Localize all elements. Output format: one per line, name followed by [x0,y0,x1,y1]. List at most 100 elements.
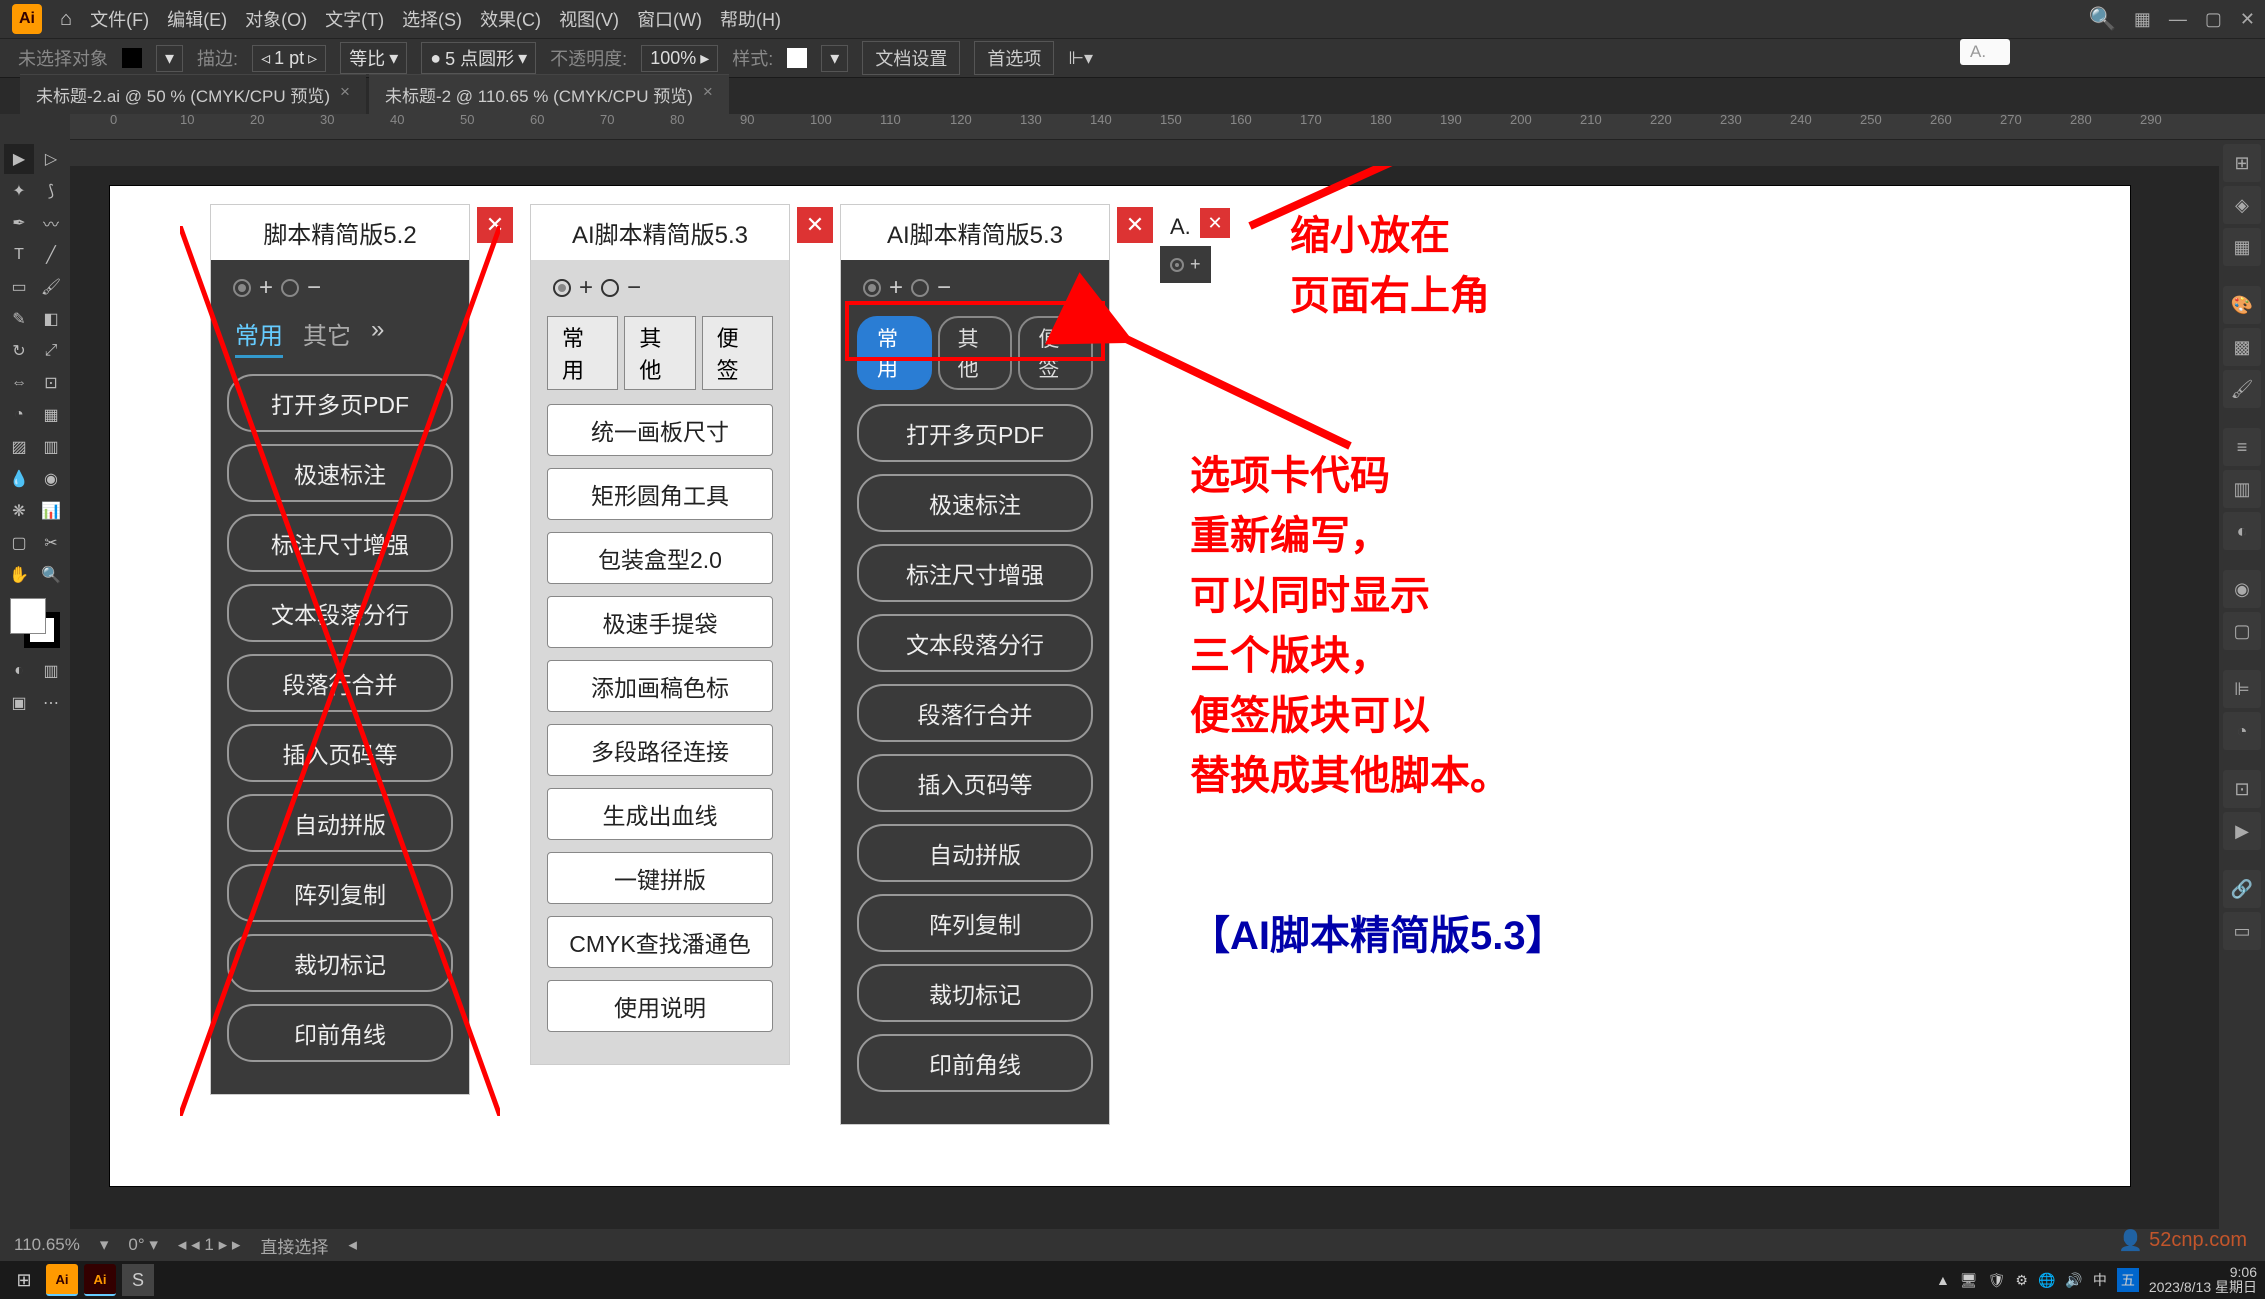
selection-tool[interactable]: ▶ [4,144,34,174]
shaper-tool[interactable]: ✎ [4,304,34,334]
canvas[interactable]: 脚本精简版5.2 ✕ + − 常用 其它 » 打开多页PDF极速标注标注尺寸增强… [70,166,2219,1229]
doc-tab-2[interactable]: 未标题-2 @ 110.65 % (CMYK/CPU 预览) × [369,74,729,114]
color-panel-icon[interactable]: 🎨 [2223,286,2261,324]
radio-off[interactable] [281,279,299,297]
script-button[interactable]: CMYK查找潘通色 [547,916,773,968]
free-transform-tool[interactable]: ⊡ [36,368,66,398]
script-button[interactable]: 裁切标记 [857,964,1093,1022]
graphic-styles-panel-icon[interactable]: ▢ [2223,612,2261,650]
script-button[interactable]: 统一画板尺寸 [547,404,773,456]
opacity-value[interactable]: 100% ▸ [641,45,718,72]
lasso-tool[interactable]: ⟆ [36,176,66,206]
taskbar-app-ai-2[interactable]: Ai [84,1264,116,1296]
hand-tool[interactable]: ✋ [4,560,34,590]
gradient-panel-icon[interactable]: ▥ [2223,470,2261,508]
menu-help[interactable]: 帮助(H) [720,6,781,32]
pen-tool[interactable]: ✒ [4,208,34,238]
menu-edit[interactable]: 编辑(E) [167,6,227,32]
artboard-tool[interactable]: ▢ [4,528,34,558]
script-button[interactable]: 添加画稿色标 [547,660,773,712]
menu-object[interactable]: 对象(O) [245,6,307,32]
perspective-tool[interactable]: ▦ [36,400,66,430]
close-button[interactable]: ✕ [477,207,513,243]
eraser-tool[interactable]: ◧ [36,304,66,334]
radio-icon[interactable] [1170,258,1184,272]
radio-off[interactable] [911,279,929,297]
zoom-dropdown-icon[interactable]: ▾ [100,1235,109,1255]
menu-view[interactable]: 视图(V) [559,6,619,32]
script-button[interactable]: 极速手提袋 [547,596,773,648]
transform-panel-icon[interactable]: ⊡ [2223,770,2261,808]
tab-close-icon[interactable]: × [340,82,350,107]
close-icon[interactable]: ✕ [2240,9,2255,30]
gradient-tool[interactable]: ▥ [36,432,66,462]
uniform-dropdown[interactable]: 等比 ▾ [340,42,407,74]
script-button[interactable]: 段落行合并 [227,654,453,712]
swatches-panel-icon[interactable]: ▩ [2223,328,2261,366]
stroke-panel-icon[interactable]: ≡ [2223,428,2261,466]
start-icon[interactable]: ⊞ [8,1264,40,1296]
tray-icon[interactable]: ▲ [1936,1272,1950,1288]
doc-setup-button[interactable]: 文档设置 [862,41,960,75]
layers-panel-icon[interactable]: ◈ [2223,186,2261,224]
shape-builder-tool[interactable]: ◔ [4,400,34,430]
tab-close-icon[interactable]: × [703,82,713,107]
expand-icon[interactable]: » [371,316,384,358]
artboards-panel-icon[interactable]: ▭ [2223,912,2261,950]
menu-select[interactable]: 选择(S) [402,6,462,32]
script-button[interactable]: 极速标注 [857,474,1093,532]
script-button[interactable]: 阵列复制 [857,894,1093,952]
radio-on[interactable] [233,279,251,297]
tab-common[interactable]: 常用 [547,316,618,390]
script-button[interactable]: 使用说明 [547,980,773,1032]
close-button[interactable]: ✕ [1117,207,1153,243]
script-button[interactable]: 自动拼版 [857,824,1093,882]
eyedropper-tool[interactable]: 💧 [4,464,34,494]
pathfinder-panel-icon[interactable]: ◔ [2223,712,2261,750]
script-button[interactable]: 印前角线 [857,1034,1093,1092]
scale-tool[interactable]: ⤢ [36,336,66,366]
script-button[interactable]: 印前角线 [227,1004,453,1062]
appearance-panel-icon[interactable]: ◉ [2223,570,2261,608]
color-swatch[interactable] [10,598,60,648]
script-button[interactable]: 生成出血线 [547,788,773,840]
tray-volume-icon[interactable]: 🔊 [2065,1272,2082,1289]
artboard-nav[interactable]: ◂ ◂ 1 ▸ ▸ [178,1235,240,1255]
search-icon[interactable]: 🔍 [2088,6,2115,32]
taskbar-app-ai[interactable]: Ai [46,1264,78,1296]
mesh-tool[interactable]: ▨ [4,432,34,462]
slice-tool[interactable]: ✂ [36,528,66,558]
script-button[interactable]: 插入页码等 [227,724,453,782]
tab-other[interactable]: 其他 [624,316,695,390]
taskbar-app-other[interactable]: S [122,1264,154,1296]
taskbar-clock[interactable]: 9:06 2023/8/13 星期日 [2149,1265,2257,1296]
script-button[interactable]: 插入页码等 [857,754,1093,812]
script-button[interactable]: 阵列复制 [227,864,453,922]
rotate-tool[interactable]: ↻ [4,336,34,366]
paintbrush-tool[interactable]: 🖌 [36,272,66,302]
script-button[interactable]: 矩形圆角工具 [547,468,773,520]
radio-on[interactable] [553,279,571,297]
fill-dropdown[interactable]: ▾ [156,45,183,72]
tray-network-icon[interactable]: 🌐 [2038,1272,2055,1289]
scroll-left-icon[interactable]: ◂ [348,1235,357,1255]
libraries-panel-icon[interactable]: ▦ [2223,228,2261,266]
style-dropdown[interactable]: ▾ [821,45,848,72]
script-button[interactable]: 段落行合并 [857,684,1093,742]
line-tool[interactable]: ╱ [36,240,66,270]
tab-notes[interactable]: 便签 [702,316,773,390]
properties-panel-icon[interactable]: ⊞ [2223,144,2261,182]
tray-icon[interactable]: ⚙ [2015,1272,2028,1289]
graph-tool[interactable]: 📊 [36,496,66,526]
rotate-view[interactable]: 0° ▾ [128,1235,158,1255]
stroke-weight[interactable]: ◃ 1 pt ▹ [252,45,326,72]
edit-toolbar-icon[interactable]: ⋯ [36,688,66,718]
tray-ime-icon[interactable]: 五 [2117,1268,2139,1292]
close-button[interactable]: ✕ [797,207,833,243]
width-tool[interactable]: ⇔ [4,368,34,398]
tray-icon[interactable]: 🖥 [1960,1272,1978,1289]
script-button[interactable]: 打开多页PDF [857,404,1093,462]
transparency-panel-icon[interactable]: ◐ [2223,512,2261,550]
arrange-docs-icon[interactable]: ▦ [2134,9,2151,30]
minimize-icon[interactable]: — [2169,9,2187,30]
